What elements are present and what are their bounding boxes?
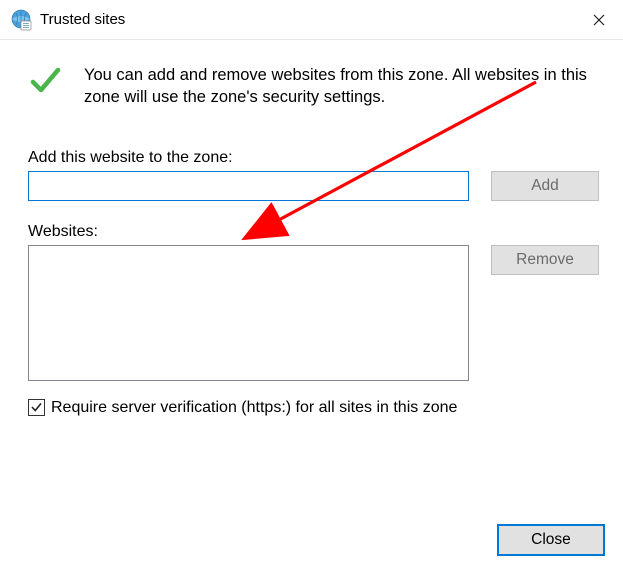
checkmark-icon bbox=[28, 64, 62, 98]
dialog-content: You can add and remove websites from thi… bbox=[0, 40, 623, 417]
checkbox-icon bbox=[28, 399, 45, 416]
info-text: You can add and remove websites from thi… bbox=[84, 64, 599, 109]
add-website-label: Add this website to the zone: bbox=[28, 149, 599, 167]
add-button[interactable]: Add bbox=[491, 171, 599, 201]
remove-button[interactable]: Remove bbox=[491, 245, 599, 275]
require-https-label: Require server verification (https:) for… bbox=[51, 399, 457, 417]
close-icon bbox=[593, 14, 605, 26]
window-title: Trusted sites bbox=[40, 11, 575, 28]
titlebar: Trusted sites bbox=[0, 0, 623, 40]
require-https-checkbox-row[interactable]: Require server verification (https:) for… bbox=[28, 399, 599, 417]
websites-row: Remove bbox=[28, 245, 599, 381]
close-button[interactable]: Close bbox=[497, 524, 605, 556]
add-website-input[interactable] bbox=[28, 171, 469, 201]
globe-security-icon bbox=[10, 9, 32, 31]
websites-label: Websites: bbox=[28, 223, 599, 241]
window-close-button[interactable] bbox=[575, 0, 623, 40]
websites-listbox[interactable] bbox=[28, 245, 469, 381]
info-row: You can add and remove websites from thi… bbox=[28, 64, 599, 109]
dialog-footer: Close bbox=[497, 524, 605, 556]
add-row: Add bbox=[28, 171, 599, 201]
